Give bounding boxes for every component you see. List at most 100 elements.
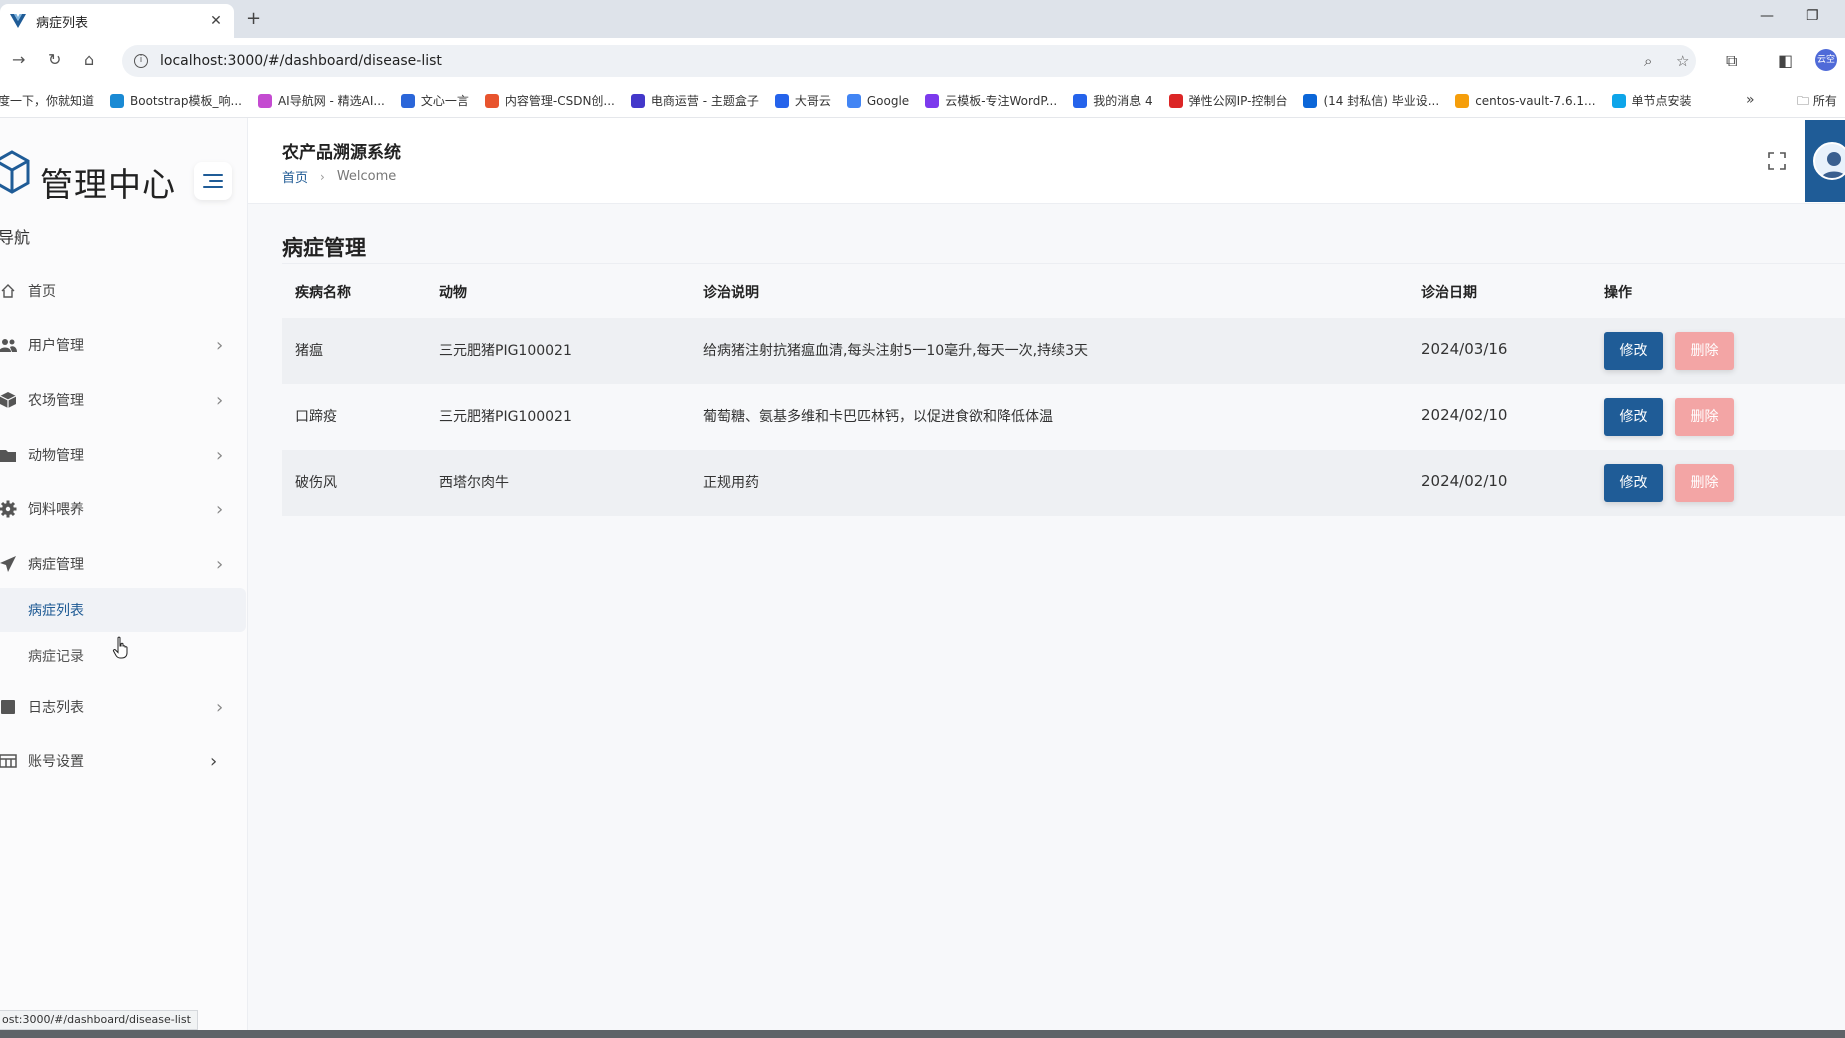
logo-icon <box>0 150 30 194</box>
column-header-name: 疾病名称 <box>295 285 351 301</box>
chevron-right-icon: › <box>216 389 224 411</box>
delete-button[interactable]: 删除 <box>1675 332 1734 370</box>
edit-button[interactable]: 修改 <box>1604 398 1663 436</box>
bookmark-star-icon[interactable]: ☆ <box>1676 52 1689 70</box>
app-title: 农产品溯源系统 <box>282 143 401 163</box>
bookmark-item[interactable]: (14 封私信) 毕业设... <box>1303 92 1439 109</box>
more-bookmarks-icon[interactable]: » <box>1746 92 1755 108</box>
browser-tab[interactable]: 病症列表 ✕ <box>0 4 234 38</box>
bookmark-item[interactable]: 单节点安装 <box>1611 92 1692 109</box>
sidebar-toggle-button[interactable] <box>194 162 232 200</box>
edit-button[interactable]: 修改 <box>1604 332 1663 370</box>
side-panel-icon[interactable]: ◧ <box>1778 51 1793 70</box>
sidebar-item-label: 首页 <box>28 284 56 300</box>
cell-name: 破伤风 <box>295 475 337 491</box>
bookmark-label: 百度一下，你就知道 <box>0 94 95 108</box>
extensions-icon[interactable]: ⧉ <box>1726 51 1737 71</box>
sidebar-item-disease[interactable]: 病症管理 › <box>0 541 248 587</box>
bookmark-label: 弹性公网IP-控制台 <box>1188 94 1288 108</box>
sidebar-item-users[interactable]: 用户管理 › <box>0 322 248 368</box>
folder-icon <box>0 445 18 465</box>
sidebar-item-feeding[interactable]: 饲料喂养 › <box>0 486 248 532</box>
bookmark-label: (14 封私信) 毕业设... <box>1323 94 1440 108</box>
bookmark-item[interactable]: 云模板-专注WordP... <box>925 92 1057 109</box>
breadcrumb: 首页 › Welcome <box>282 167 396 186</box>
sidebar-item-home[interactable]: 首页 <box>0 268 248 314</box>
bookmark-label: 内容管理-CSDN创... <box>504 94 615 108</box>
bookmark-favicon-icon <box>846 93 861 108</box>
sidebar-item-logs[interactable]: 日志列表 › <box>0 684 248 730</box>
bookmark-favicon-icon <box>630 93 645 108</box>
fullscreen-icon[interactable] <box>1768 152 1786 170</box>
cell-date: 2024/02/10 <box>1421 406 1508 424</box>
sidebar-item-label: 日志列表 <box>28 700 84 716</box>
avatar[interactable] <box>1813 142 1845 180</box>
home-browser-icon[interactable]: ⌂ <box>84 50 94 69</box>
sidebar: 管理中心 导航 首页 用户管理 › 农场管理 › 动物管理 › 饲料喂养 › 病 <box>0 118 248 1038</box>
sidebar-subitem-disease-list[interactable]: 病症列表 <box>0 588 246 632</box>
all-bookmarks-folder[interactable]: 🗀 所有 <box>1797 92 1837 113</box>
bookmark-item[interactable]: 大哥云 <box>774 92 831 109</box>
breadcrumb-current: Welcome <box>336 169 397 184</box>
new-tab-icon[interactable]: + <box>246 8 261 29</box>
bookmark-item[interactable]: Google <box>846 92 909 109</box>
chevron-right-icon: › <box>210 750 218 772</box>
edit-button[interactable]: 修改 <box>1604 464 1663 502</box>
bookmark-label: 云模板-专注WordP... <box>945 94 1058 108</box>
sidebar-item-animals[interactable]: 动物管理 › <box>0 432 248 478</box>
bookmark-item[interactable]: 我的消息 4 <box>1073 92 1153 109</box>
bookmark-item[interactable]: centos-vault-7.6.1... <box>1455 92 1596 109</box>
sidebar-item-label: 农场管理 <box>28 393 84 409</box>
sidebar-item-label: 用户管理 <box>28 338 84 354</box>
reload-icon[interactable]: ↻ <box>48 50 61 69</box>
cell-name: 猪瘟 <box>295 343 323 359</box>
table-row: 猪瘟 三元肥猪PIG100021 给病猪注射抗猪瘟血清,每头注射5一10毫升,每… <box>282 318 1845 384</box>
minimize-icon[interactable]: — <box>1760 8 1774 24</box>
table-row: 破伤风 西塔尔肉牛 正规用药 2024/02/10 修改 删除 <box>282 450 1845 516</box>
close-tab-icon[interactable]: ✕ <box>208 13 224 29</box>
bookmark-label: 单节点安装 <box>1631 94 1692 108</box>
bookmark-item[interactable]: AI导航网 - 精选AI... <box>257 92 385 109</box>
bookmark-label: 大哥云 <box>794 94 831 108</box>
sidebar-item-farm[interactable]: 农场管理 › <box>0 377 248 423</box>
home-icon <box>0 281 18 301</box>
delete-button[interactable]: 删除 <box>1675 464 1734 502</box>
bookmark-item[interactable]: Bootstrap模板_响... <box>110 92 242 109</box>
forward-icon[interactable]: → <box>12 50 25 69</box>
cell-date: 2024/02/10 <box>1421 472 1508 490</box>
sidebar-item-account[interactable]: 账号设置 › <box>0 738 248 784</box>
cell-date: 2024/03/16 <box>1421 340 1508 358</box>
sidebar-item-label: 账号设置 <box>28 754 84 770</box>
address-bar: → ↻ ⌂ i localhost:3000/#/dashboard/disea… <box>0 38 1845 84</box>
logo-row: 管理中心 <box>0 136 248 204</box>
status-url-tooltip: ost:3000/#/dashboard/disease-list <box>0 1010 198 1030</box>
bookmark-item[interactable]: 文心一言 <box>400 92 469 109</box>
url-text: localhost:3000/#/dashboard/disease-list <box>160 53 442 69</box>
bookmark-favicon-icon <box>1073 93 1088 108</box>
bookmark-item[interactable]: 电商运营 - 主题盒子 <box>630 92 759 109</box>
bookmark-item[interactable]: 内容管理-CSDN创... <box>484 92 615 109</box>
bookmarks-bar: 百度一下，你就知道 Bootstrap模板_响... AI导航网 - 精选AI...… <box>0 84 1845 118</box>
page-title: 病症管理 <box>282 236 366 260</box>
cell-animal: 西塔尔肉牛 <box>439 475 509 491</box>
breadcrumb-home-link[interactable]: 首页 <box>282 167 308 186</box>
site-info-icon[interactable]: i <box>134 54 148 68</box>
bookmark-item[interactable]: 百度一下，你就知道 <box>0 92 94 109</box>
sidebar-item-label: 病症管理 <box>28 557 84 573</box>
tab-title: 病症列表 <box>36 15 89 31</box>
cell-note: 给病猪注射抗猪瘟血清,每头注射5一10毫升,每天一次,持续3天 <box>703 343 1088 359</box>
url-field[interactable]: i localhost:3000/#/dashboard/disease-lis… <box>122 45 1696 77</box>
zoom-icon[interactable]: ⌕ <box>1644 52 1652 70</box>
bookmark-favicon-icon <box>257 93 272 108</box>
cell-animal: 三元肥猪PIG100021 <box>439 409 572 425</box>
sidebar-subitem-label: 病症列表 <box>28 603 84 619</box>
bookmark-favicon-icon <box>1168 93 1183 108</box>
bookmark-favicon-icon <box>1455 93 1470 108</box>
restore-icon[interactable]: ❐ <box>1806 8 1819 24</box>
bookmark-item[interactable]: 弹性公网IP-控制台 <box>1168 92 1288 109</box>
delete-button[interactable]: 删除 <box>1675 398 1734 436</box>
send-icon <box>0 554 18 574</box>
profile-avatar[interactable]: 云空 <box>1815 49 1837 71</box>
vue-logo-icon <box>10 14 26 28</box>
user-menu[interactable] <box>1805 120 1845 202</box>
